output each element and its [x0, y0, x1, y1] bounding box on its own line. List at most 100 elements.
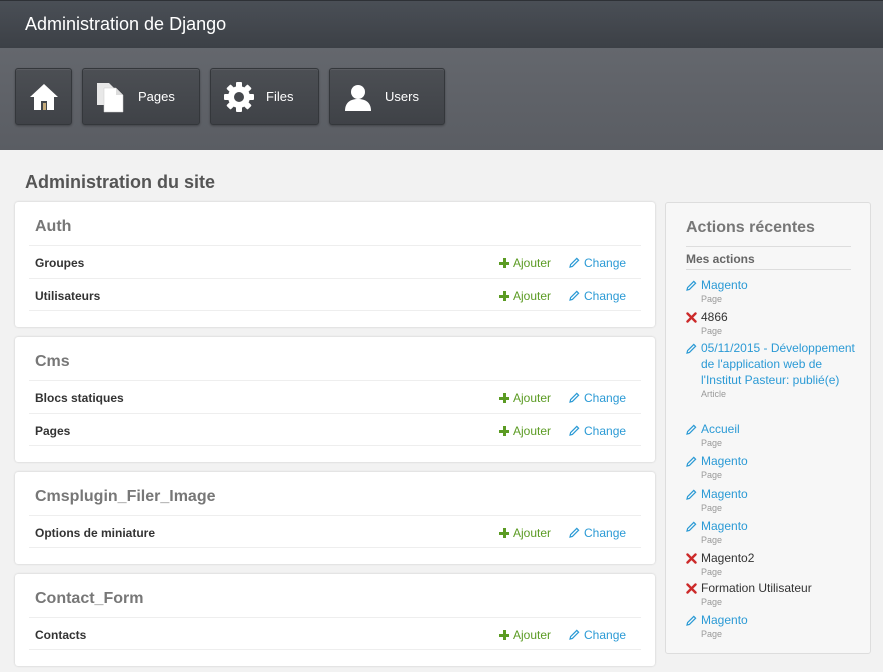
model-name-link[interactable]: Pages — [35, 424, 70, 438]
add-label: Ajouter — [513, 424, 552, 438]
change-label: Change — [584, 289, 627, 303]
change-link[interactable]: Change — [569, 628, 626, 642]
plus-icon — [499, 630, 509, 640]
action-object-name[interactable]: Magento — [701, 486, 856, 502]
pencil-icon — [686, 521, 697, 532]
site-title[interactable]: Administration de Django — [25, 14, 226, 35]
change-label: Change — [584, 391, 627, 405]
module-title[interactable]: Auth — [35, 218, 71, 236]
recent-action-item[interactable]: Magento Page — [686, 486, 856, 513]
my-actions-subtitle: Mes actions — [686, 252, 755, 266]
action-object-type: Page — [701, 438, 723, 448]
plus-icon — [499, 258, 509, 268]
recent-action-item[interactable]: Magento Page — [686, 612, 856, 639]
recent-action-item[interactable]: Magento Page — [686, 277, 856, 304]
recent-action-item: 4866 Page — [686, 309, 856, 336]
action-object-type: Page — [701, 567, 723, 577]
recent-actions-panel: Actions récentes Mes actions Magento Page… — [665, 202, 871, 654]
model-row: Blocs statiques Ajouter Change — [29, 380, 641, 413]
add-link[interactable]: Ajouter — [499, 628, 551, 642]
recent-action-item[interactable]: Magento Page — [686, 453, 856, 480]
nav-home-button[interactable] — [15, 68, 72, 125]
pencil-icon — [686, 343, 697, 354]
action-object-name[interactable]: 05/11/2015 - Développement de l'applicat… — [701, 340, 856, 388]
pencil-icon — [686, 615, 697, 626]
change-link[interactable]: Change — [569, 289, 626, 303]
model-name-link[interactable]: Groupes — [35, 256, 84, 270]
nav-band: Pages Files Users — [0, 48, 883, 150]
plus-icon — [499, 426, 509, 436]
model-name-link[interactable]: Utilisateurs — [35, 289, 100, 303]
plus-icon — [499, 291, 509, 301]
nav-pages-label: Pages — [138, 89, 175, 104]
change-label: Change — [584, 256, 627, 270]
user-icon — [345, 85, 371, 111]
delete-icon — [686, 553, 697, 564]
recent-action-item[interactable]: Accueil Page — [686, 421, 856, 448]
change-link[interactable]: Change — [569, 424, 626, 438]
module-title[interactable]: Contact_Form — [35, 590, 143, 608]
recent-action-item[interactable]: Magento Page — [686, 518, 856, 545]
action-object-name[interactable]: Accueil — [701, 421, 856, 437]
model-name-link[interactable]: Blocs statiques — [35, 391, 124, 405]
add-label: Ajouter — [513, 526, 552, 540]
action-object-type: Page — [701, 597, 723, 607]
pencil-icon — [569, 629, 580, 640]
change-label: Change — [584, 628, 627, 642]
action-object-type: Page — [701, 629, 723, 639]
add-link[interactable]: Ajouter — [499, 526, 551, 540]
change-link[interactable]: Change — [569, 526, 626, 540]
recent-action-item[interactable]: 05/11/2015 - Développement de l'applicat… — [686, 340, 856, 399]
action-object-type: Page — [701, 326, 723, 336]
add-label: Ajouter — [513, 628, 552, 642]
plus-icon — [499, 528, 509, 538]
change-link[interactable]: Change — [569, 256, 626, 270]
add-link[interactable]: Ajouter — [499, 256, 551, 270]
module-title[interactable]: Cmsplugin_Filer_Image — [35, 488, 216, 506]
action-object-type: Page — [701, 503, 723, 513]
nav-files-button[interactable]: Files — [210, 68, 319, 125]
model-name-link[interactable]: Contacts — [35, 628, 86, 642]
add-label: Ajouter — [513, 391, 552, 405]
recent-action-item: Magento2 Page — [686, 550, 856, 577]
divider — [686, 269, 851, 270]
add-link[interactable]: Ajouter — [499, 391, 551, 405]
pencil-icon — [569, 527, 580, 538]
action-object-name[interactable]: Magento — [701, 453, 856, 469]
pencil-icon — [686, 456, 697, 467]
model-row: Pages Ajouter Change — [29, 413, 641, 446]
module-title[interactable]: Cms — [35, 353, 70, 371]
pencil-icon — [569, 425, 580, 436]
delete-icon — [686, 312, 697, 323]
action-object-name: Formation Utilisateur — [701, 581, 812, 595]
add-link[interactable]: Ajouter — [499, 289, 551, 303]
add-link[interactable]: Ajouter — [499, 424, 551, 438]
action-object-name[interactable]: Magento — [701, 518, 856, 534]
action-object-type: Page — [701, 535, 723, 545]
nav-pages-button[interactable]: Pages — [82, 68, 200, 125]
action-object-type: Page — [701, 470, 723, 480]
change-link[interactable]: Change — [569, 391, 626, 405]
action-object-type: Article — [701, 389, 727, 399]
nav-files-label: Files — [266, 89, 294, 104]
divider — [686, 246, 851, 247]
pencil-icon — [569, 257, 580, 268]
pencil-icon — [569, 392, 580, 403]
model-row: Contacts Ajouter Change — [29, 617, 641, 650]
top-bar: Administration de Django — [0, 0, 883, 48]
add-label: Ajouter — [513, 256, 552, 270]
model-name-link[interactable]: Options de miniature — [35, 526, 155, 540]
model-row: Groupes Ajouter Change — [29, 245, 641, 278]
recent-actions-title: Actions récentes — [686, 219, 815, 236]
action-object-type: Page — [701, 294, 723, 304]
module-cms: Cms Blocs statiques Ajouter Change Pages Ajou… — [15, 337, 655, 462]
action-object-name: Magento2 — [701, 551, 755, 565]
pencil-icon — [686, 489, 697, 500]
action-object-name: 4866 — [701, 310, 728, 324]
pencil-icon — [686, 280, 697, 291]
pencil-icon — [686, 424, 697, 435]
model-row: Utilisateurs Ajouter Change — [29, 278, 641, 311]
nav-users-button[interactable]: Users — [329, 68, 445, 125]
action-object-name[interactable]: Magento — [701, 277, 856, 293]
action-object-name[interactable]: Magento — [701, 612, 856, 628]
